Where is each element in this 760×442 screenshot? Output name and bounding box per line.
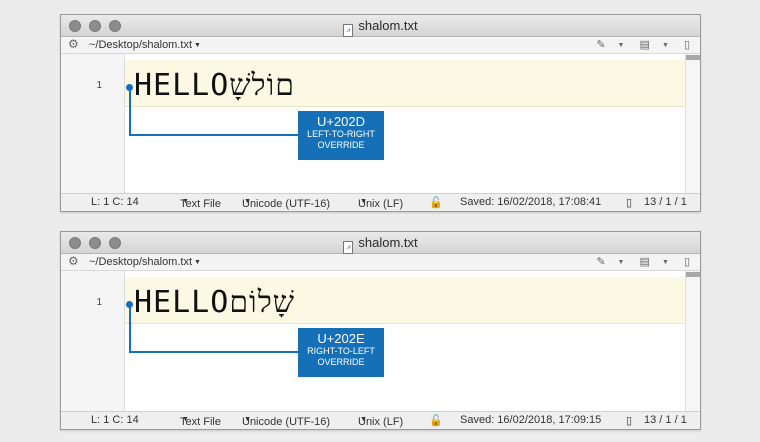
callout-connector-line xyxy=(129,88,131,135)
document-icon[interactable]: ▯ xyxy=(684,256,690,268)
callout-name-line1: LEFT-TO-RIGHT xyxy=(307,129,375,139)
current-line-highlight: HELLO‭שָׁלוֹם xyxy=(125,60,686,107)
editor-content[interactable]: HELLO‭שָׁלוֹם xyxy=(134,68,295,103)
text-editor[interactable]: HELLO‮שָׁלוֹם xyxy=(125,271,686,411)
file-path: ~/Desktop/shalom.txt xyxy=(89,39,193,51)
path-bar: ⚙ ~/Desktop/shalom.txt ▼ ✎ ▼ ▤ ▼ ▯ xyxy=(61,254,700,271)
status-bar: L: 1 C: 14 Text File ▼ Unicode (UTF-16) ▼ … xyxy=(61,411,700,429)
path-bar: ⚙ ~/Desktop/shalom.txt ▼ ✎ ▼ ▤ ▼ ▯ xyxy=(61,37,700,54)
encoding-label: Unicode (UTF-16) xyxy=(242,198,331,210)
document-counts: 13 / 1 / 1 xyxy=(644,196,687,208)
document-icon: ▯ xyxy=(626,197,633,209)
scroll-thumb[interactable] xyxy=(686,55,700,60)
status-bar: L: 1 C: 14 Text File ▼ Unicode (UTF-16) ▼ … xyxy=(61,193,700,211)
chevron-down-icon: ▼ xyxy=(194,259,201,266)
file-path-menu[interactable]: ~/Desktop/shalom.txt ▼ xyxy=(89,39,201,51)
callout-name-line2: OVERRIDE xyxy=(317,140,365,150)
chevron-down-icon: ▼ xyxy=(194,42,201,49)
window-title: shalom.txt xyxy=(358,235,418,250)
cursor-position: L: 1 C: 14 xyxy=(91,414,139,426)
text-editor[interactable]: HELLO‭שָׁלוֹם xyxy=(125,54,686,193)
text-file-icon: ⩘ xyxy=(343,24,354,37)
gear-icon[interactable]: ⚙ xyxy=(68,37,79,51)
callout-connector-line xyxy=(129,351,299,353)
saved-timestamp: Saved: 16/02/2018, 17:08:41 xyxy=(460,196,602,208)
line-number: 1 xyxy=(96,297,102,308)
codepoint-callout: U+202E RIGHT-TO-LEFT OVERRIDE xyxy=(298,328,384,377)
codepoint-callout: U+202D LEFT-TO-RIGHT OVERRIDE xyxy=(298,111,384,160)
cursor-position: L: 1 C: 14 xyxy=(91,196,139,208)
current-line-highlight: HELLO‮שָׁלוֹם xyxy=(125,277,686,324)
title-bar[interactable]: ⩘ shalom.txt xyxy=(61,232,700,254)
line-number: 1 xyxy=(96,80,102,91)
file-path-menu[interactable]: ~/Desktop/shalom.txt ▼ xyxy=(89,256,201,268)
scroll-thumb[interactable] xyxy=(686,272,700,277)
pen-icon[interactable]: ✎ ▼ xyxy=(596,39,624,51)
callout-codepoint: U+202E xyxy=(317,331,365,346)
line-number-gutter: 1 xyxy=(61,54,125,193)
panels-icon[interactable]: ▤ ▼ xyxy=(640,256,669,268)
callout-name-line1: RIGHT-TO-LEFT xyxy=(307,346,375,356)
vertical-scrollbar[interactable] xyxy=(685,271,700,411)
lock-icon[interactable]: 🔓 xyxy=(429,196,443,209)
document-counts: 13 / 1 / 1 xyxy=(644,414,687,426)
title-bar[interactable]: ⩘ shalom.txt xyxy=(61,15,700,37)
line-number-gutter: 1 xyxy=(61,271,125,411)
encoding-label: Unicode (UTF-16) xyxy=(242,416,331,428)
vertical-scrollbar[interactable] xyxy=(685,54,700,193)
window-title: shalom.txt xyxy=(358,18,418,33)
callout-codepoint: U+202D xyxy=(316,114,366,129)
text-file-icon: ⩘ xyxy=(343,241,354,254)
panels-icon[interactable]: ▤ ▼ xyxy=(640,39,669,51)
saved-timestamp: Saved: 16/02/2018, 17:09:15 xyxy=(460,414,602,426)
callout-connector-line xyxy=(129,305,131,352)
editor-content[interactable]: HELLO‮שָׁלוֹם xyxy=(134,285,295,320)
callout-name-line2: OVERRIDE xyxy=(317,357,365,367)
pen-icon[interactable]: ✎ ▼ xyxy=(596,256,624,268)
document-icon: ▯ xyxy=(626,415,633,427)
callout-connector-line xyxy=(129,134,299,136)
lock-icon[interactable]: 🔓 xyxy=(429,414,443,427)
document-icon[interactable]: ▯ xyxy=(684,39,690,51)
file-path: ~/Desktop/shalom.txt xyxy=(89,256,193,268)
gear-icon[interactable]: ⚙ xyxy=(68,254,79,268)
